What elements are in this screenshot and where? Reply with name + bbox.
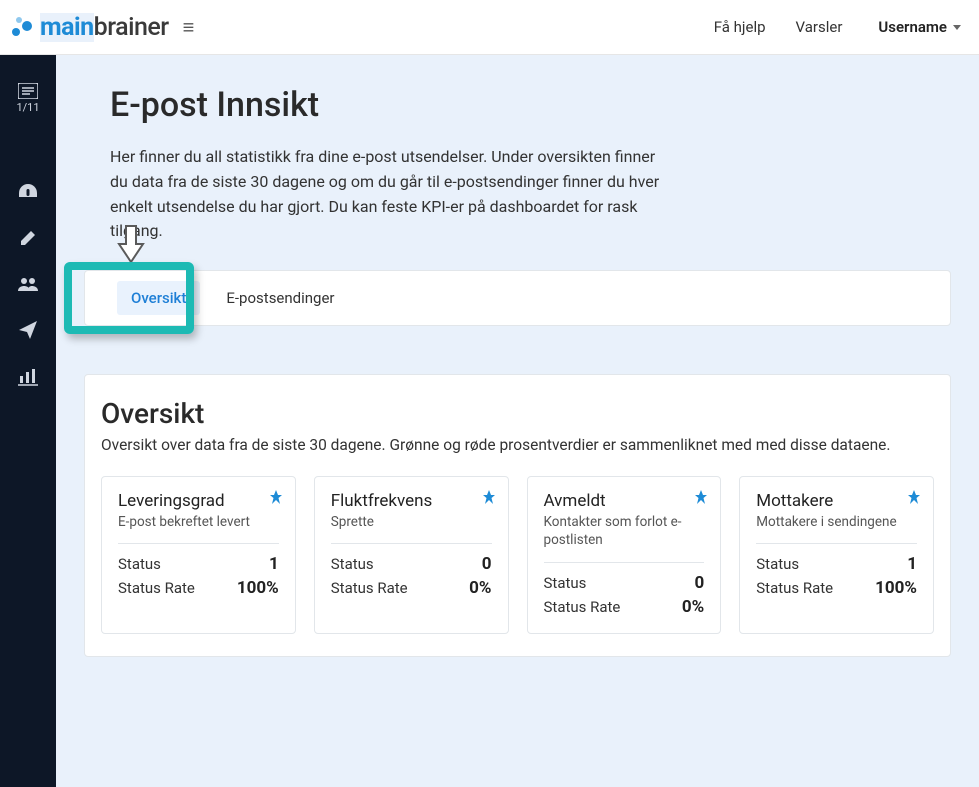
kpi-status-value: 1 <box>269 554 279 574</box>
tabs-container: Oversikt E-postsendinger <box>56 270 979 326</box>
kpi-sub: E-post bekreftet levert <box>118 513 279 531</box>
help-link[interactable]: Få hjelp <box>714 18 766 36</box>
kpi-rate-value: 100% <box>237 578 279 598</box>
chevron-down-icon <box>953 25 961 30</box>
step-counter: 1/11 <box>16 101 39 114</box>
kpi-name: Avmeldt <box>544 491 705 511</box>
kpi-card-bounce: Fluktfrekvens Sprette Status 0 Status Ra… <box>314 476 509 633</box>
kpi-name: Fluktfrekvens <box>331 491 492 511</box>
sidebar-item-editor[interactable] <box>0 228 56 248</box>
kpi-rate-value: 0% <box>682 597 704 617</box>
page-description: Her finner du all statistikk fra dine e-… <box>110 145 670 244</box>
tab-overview[interactable]: Oversikt <box>117 281 200 315</box>
sidebar-item-insights[interactable] <box>0 368 56 386</box>
kpi-status-label: Status <box>544 574 587 592</box>
divider <box>756 543 917 544</box>
kpi-card-unsubscribed: Avmeldt Kontakter som forlot e-postliste… <box>527 476 722 633</box>
pencil-icon <box>18 228 38 248</box>
logo-text-brainer: brainer <box>94 13 169 42</box>
people-icon <box>17 276 39 292</box>
sidebar-item-contacts[interactable] <box>0 276 56 292</box>
left-sidebar: 1/11 <box>0 55 56 787</box>
main-area: E-post Innsikt Her finner du all statist… <box>56 55 979 787</box>
page-header: E-post Innsikt Her finner du all statist… <box>56 55 979 270</box>
kpi-card-recipients: Mottakere Mottakere i sendingene Status … <box>739 476 934 633</box>
logo-text-main: main <box>40 13 94 42</box>
kpi-grid: Leveringsgrad E-post bekreftet levert St… <box>101 476 934 633</box>
kpi-name: Leveringsgrad <box>118 491 279 511</box>
pin-icon[interactable] <box>267 489 285 511</box>
pin-icon[interactable] <box>692 489 710 511</box>
kpi-sub: Kontakter som forlot e-postlisten <box>544 513 705 549</box>
overview-description: Oversikt over data fra de siste 30 dagen… <box>101 436 934 454</box>
divider <box>331 543 492 544</box>
overview-title: Oversikt <box>101 397 934 430</box>
pin-icon[interactable] <box>480 489 498 511</box>
chart-icon <box>18 368 38 386</box>
kpi-rate-value: 0% <box>469 578 491 598</box>
dashboard-icon <box>17 182 39 200</box>
sidebar-item-send[interactable] <box>0 320 56 340</box>
user-menu[interactable]: Username <box>878 18 961 36</box>
logo[interactable]: mainbrainer <box>10 13 169 42</box>
kpi-status-label: Status <box>331 555 374 573</box>
pin-icon[interactable] <box>905 489 923 511</box>
kpi-rate-label: Status Rate <box>118 579 195 597</box>
overview-panel: Oversikt Oversikt over data fra de siste… <box>84 374 951 656</box>
top-bar: mainbrainer ≡ Få hjelp Varsler Username <box>0 0 979 55</box>
alerts-link[interactable]: Varsler <box>796 18 843 36</box>
username-label: Username <box>878 18 947 36</box>
page-title: E-post Innsikt <box>110 85 925 125</box>
send-icon <box>18 320 38 340</box>
tab-sendings[interactable]: E-postsendinger <box>212 281 348 315</box>
kpi-status-label: Status <box>118 555 161 573</box>
kpi-sub: Sprette <box>331 513 492 531</box>
kpi-status-value: 0 <box>482 554 492 574</box>
sidebar-item-step[interactable]: 1/11 <box>0 83 56 114</box>
kpi-sub: Mottakere i sendingene <box>756 513 917 531</box>
kpi-status-value: 1 <box>907 554 917 574</box>
kpi-rate-label: Status Rate <box>756 579 833 597</box>
list-icon <box>18 83 38 99</box>
divider <box>118 543 279 544</box>
sidebar-item-dashboard[interactable] <box>0 182 56 200</box>
logo-dots-icon <box>10 14 36 40</box>
kpi-rate-value: 100% <box>875 578 917 598</box>
divider <box>544 562 705 563</box>
kpi-status-value: 0 <box>694 573 704 593</box>
kpi-rate-label: Status Rate <box>544 598 621 616</box>
menu-toggle-icon[interactable]: ≡ <box>183 15 195 40</box>
kpi-card-delivery: Leveringsgrad E-post bekreftet levert St… <box>101 476 296 633</box>
kpi-name: Mottakere <box>756 491 917 511</box>
tabs-bar: Oversikt E-postsendinger <box>84 270 951 326</box>
kpi-rate-label: Status Rate <box>331 579 408 597</box>
kpi-status-label: Status <box>756 555 799 573</box>
